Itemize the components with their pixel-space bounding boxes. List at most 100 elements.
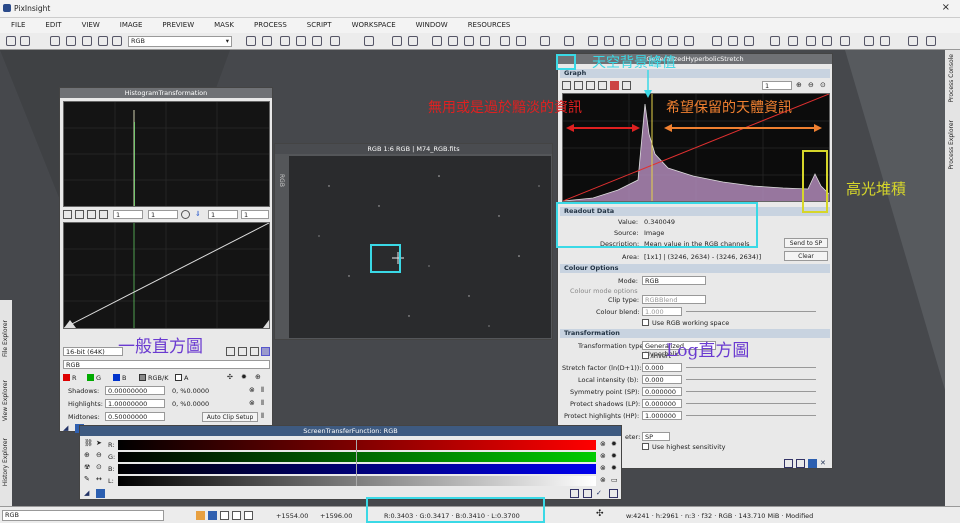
status-color4-icon[interactable] — [232, 511, 241, 520]
stretch-ok-icon[interactable] — [808, 459, 817, 468]
history-explorer-tab[interactable]: History Explorer — [2, 438, 9, 486]
menu-workspace[interactable]: WORKSPACE — [341, 18, 405, 33]
graph-zoom-out-icon[interactable]: ⊖ — [808, 81, 817, 90]
monitor-icon[interactable] — [908, 36, 918, 46]
status-view-select[interactable]: RGB — [2, 510, 164, 521]
option2-icon[interactable] — [238, 347, 247, 356]
channel3-icon[interactable] — [620, 36, 630, 46]
stf-r-reset-icon[interactable]: ⊗ — [600, 440, 609, 449]
cursor-icon[interactable] — [63, 210, 72, 219]
send-to-sp-button[interactable]: Send to SP — [784, 238, 828, 248]
status-color5-icon[interactable] — [244, 511, 253, 520]
radiation-icon[interactable]: ☢ — [84, 463, 93, 472]
graph-zoom-reset-icon[interactable]: ⊙ — [820, 81, 829, 90]
graph-tool6-icon[interactable] — [622, 81, 631, 90]
link-icon[interactable]: ⛓ — [84, 439, 93, 448]
zoom-icon[interactable]: ⊙ — [96, 463, 105, 472]
zoom-in-icon[interactable] — [392, 36, 402, 46]
stf-g-bar[interactable] — [118, 452, 596, 462]
channel2-icon[interactable] — [604, 36, 614, 46]
param-1-field[interactable]: 0.000 — [642, 375, 682, 384]
stf-g-auto-icon[interactable]: ✹ — [611, 452, 620, 461]
stf-b-reset-icon[interactable]: ⊗ — [600, 464, 609, 473]
option3-icon[interactable] — [250, 347, 259, 356]
fit-icon[interactable] — [75, 210, 84, 219]
clip-select[interactable]: RGBBlend — [642, 295, 706, 304]
window4-icon[interactable] — [98, 36, 108, 46]
status-color1-icon[interactable] — [196, 511, 205, 520]
menu-resources[interactable]: RESOURCES — [457, 18, 520, 33]
param-0-field[interactable]: 0.000 — [642, 363, 682, 372]
stf4-icon[interactable] — [822, 36, 832, 46]
shadows-reset-icon[interactable]: ⊗ — [249, 386, 258, 395]
graph-tool5-icon[interactable] — [610, 81, 619, 90]
param-3-field[interactable]: 0.000000 — [642, 399, 682, 408]
file-explorer-tab[interactable]: File Explorer — [2, 320, 9, 357]
high-sens-check[interactable] — [642, 443, 649, 450]
zoom-e-icon[interactable] — [516, 36, 526, 46]
bit-depth-select[interactable]: 16-bit (64K) — [63, 347, 123, 356]
shadows-field[interactable]: 0.00000000 — [105, 386, 165, 395]
graph-zoom-in-icon[interactable]: ⊕ — [796, 81, 805, 90]
close-icon[interactable]: × — [942, 2, 950, 13]
invert-check[interactable] — [642, 352, 649, 359]
move-icon[interactable] — [246, 36, 256, 46]
menu-process[interactable]: PROCESS — [243, 18, 296, 33]
view-select[interactable]: RGB ▾ — [128, 36, 232, 47]
stf-new-icon[interactable]: ◢ — [84, 489, 93, 498]
window3-icon[interactable] — [82, 36, 92, 46]
image-side-tab[interactable]: RGB — [278, 174, 285, 187]
autoclip-button[interactable]: Auto Clip Setup — [202, 412, 258, 422]
channel6-icon[interactable] — [668, 36, 678, 46]
mask-icon[interactable] — [540, 36, 550, 46]
graph-tool3-icon[interactable] — [586, 81, 595, 90]
stf-preview-icon[interactable] — [583, 489, 592, 498]
gear-icon[interactable]: ✹ — [241, 373, 250, 382]
stf3-icon[interactable] — [806, 36, 816, 46]
stf-midtone-marker[interactable] — [356, 440, 357, 486]
param-2-field[interactable]: 0.000000 — [642, 387, 682, 396]
stf7-icon[interactable] — [880, 36, 890, 46]
menu-preview[interactable]: PREVIEW — [151, 18, 203, 33]
stf2-icon[interactable] — [788, 36, 798, 46]
option4-icon[interactable] — [261, 347, 270, 356]
param-2-slider[interactable] — [686, 391, 816, 392]
status-crosshair-icon[interactable]: ✣ — [596, 509, 604, 519]
hist-zoom-v2[interactable]: 1 — [241, 210, 269, 219]
process-explorer-tab[interactable]: Process Explorer — [948, 120, 955, 170]
channel-r-check[interactable] — [63, 374, 70, 381]
target-icon[interactable]: ⊕ — [255, 373, 264, 382]
menu-file[interactable]: FILE — [0, 18, 34, 33]
pointer-icon[interactable]: ➤ — [96, 439, 105, 448]
image-canvas[interactable] — [289, 156, 551, 338]
redo-icon[interactable] — [20, 36, 30, 46]
menu-edit[interactable]: EDIT — [34, 18, 70, 33]
graph-tool4-icon[interactable] — [598, 81, 607, 90]
crosshair-icon[interactable] — [312, 36, 322, 46]
channel4-icon[interactable] — [636, 36, 646, 46]
colour-section[interactable]: Colour Options — [560, 264, 830, 273]
new-instance-icon[interactable]: ◢ — [63, 424, 72, 433]
graph-tool2-icon[interactable] — [574, 81, 583, 90]
stretch-reset-icon[interactable] — [784, 459, 793, 468]
hist-zoom-v[interactable]: 1 — [148, 210, 178, 219]
blend-field[interactable]: 1.000 — [642, 307, 682, 316]
zoom-fit-icon[interactable] — [280, 36, 290, 46]
double-arrow-icon[interactable]: ↔ — [96, 475, 105, 484]
param-4-slider[interactable] — [686, 415, 816, 416]
stf-r-auto-icon[interactable]: ✹ — [611, 440, 620, 449]
process-console-tab[interactable]: Process Console — [948, 54, 955, 103]
stf5-icon[interactable] — [840, 36, 850, 46]
zoom-d-icon[interactable] — [500, 36, 510, 46]
view-explorer-tab[interactable]: View Explorer — [2, 380, 9, 421]
param-3-slider[interactable] — [686, 403, 816, 404]
zoom-fit-icon[interactable] — [87, 210, 96, 219]
highlights-reset-icon[interactable]: ⊗ — [249, 399, 258, 408]
stretch-preview-icon[interactable] — [796, 459, 805, 468]
pan-icon[interactable] — [296, 36, 306, 46]
menu-script[interactable]: SCRIPT — [296, 18, 341, 33]
stretch-cancel-icon[interactable]: ✕ — [820, 459, 829, 468]
channel-a-check[interactable] — [175, 374, 182, 381]
window5-icon[interactable] — [112, 36, 122, 46]
clear-button[interactable]: Clear — [784, 251, 828, 261]
